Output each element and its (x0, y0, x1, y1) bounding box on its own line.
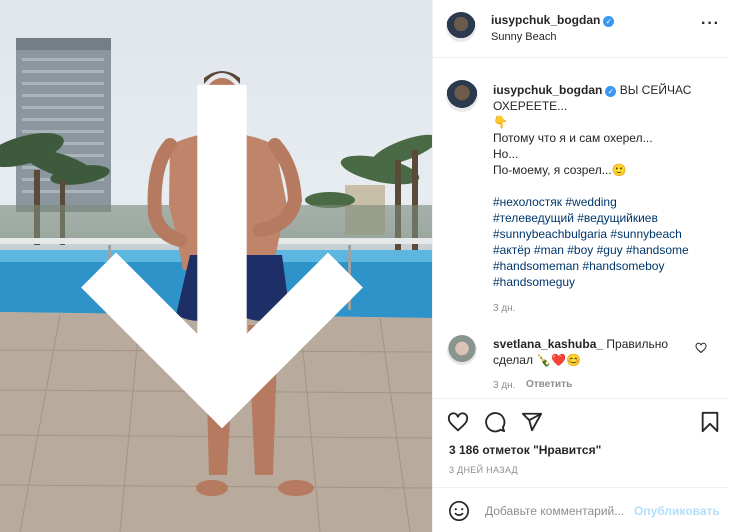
commenter-username[interactable]: svetlana_kashuba_ (493, 337, 603, 351)
more-options-icon[interactable]: ··· (701, 15, 720, 33)
hashtag-line[interactable]: #телеведущий #ведущийкиев (493, 210, 718, 226)
verified-badge-icon: ✓ (603, 16, 615, 27)
heart-icon[interactable] (447, 411, 469, 433)
caption-username[interactable]: iusypchuk_bogdan (493, 83, 602, 97)
post-date: 3 ДНЕЙ НАЗАД (449, 465, 518, 475)
comment-like-heart-icon[interactable] (695, 342, 707, 357)
bookmark-icon[interactable] (699, 411, 721, 433)
author-username[interactable]: iusypchuk_bogdan (491, 13, 600, 27)
hashtag-line[interactable]: #handsomeguy (493, 274, 718, 290)
likes-count[interactable]: 3 186 отметок "Нравится" (449, 443, 601, 457)
likes-number: 3 186 (449, 443, 480, 457)
smiley-icon[interactable] (448, 500, 470, 522)
author-row: iusypchuk_bogdan ✓ (491, 13, 615, 27)
caption-text-line: Потому что я и сам охерел... (493, 131, 653, 145)
post-actions: 3 186 отметок "Нравится" 3 ДНЕЙ НАЗАД Оп… (433, 398, 729, 532)
add-comment-input[interactable] (485, 500, 633, 522)
comment-age: 3 дн. (493, 380, 516, 391)
likes-label: отметок "Нравится" (482, 443, 602, 457)
caption-line: iusypchuk_bogdan ✓ ВЫ СЕЙЧАС (493, 82, 718, 98)
hashtag-line[interactable]: #sunnybeachbulgaria #sunnybeach (493, 226, 718, 242)
caption-text-line: Но... (493, 147, 519, 161)
post-photo[interactable] (0, 0, 432, 532)
avatar[interactable] (446, 12, 476, 42)
caption-avatar[interactable] (446, 80, 478, 112)
caption-age: 3 дн. (493, 303, 516, 314)
caption-text-line: По-моему, я созрел...🙂 (493, 163, 627, 177)
post-location[interactable]: Sunny Beach (491, 31, 556, 43)
verified-badge-icon: ✓ (605, 86, 617, 97)
reply-button[interactable]: Ответить (526, 379, 572, 390)
caption-text-line: ВЫ СЕЙЧАС (619, 83, 692, 97)
add-comment-bar: Опубликовать (433, 487, 729, 532)
hashtag-line[interactable]: #нехолостяк #wedding (493, 194, 718, 210)
arrow-down-icon[interactable] (6, 4, 363, 429)
paper-plane-icon[interactable] (521, 411, 543, 433)
comment: svetlana_kashuba_ Правильно сделал 🍾❤️😊 (493, 336, 698, 368)
post-caption: iusypchuk_bogdan ✓ ВЫ СЕЙЧАС ОХЕРЕЕТЕ... … (493, 82, 718, 290)
publish-button[interactable]: Опубликовать (634, 504, 720, 518)
post-header: iusypchuk_bogdan ✓ Sunny Beach ··· (433, 0, 729, 58)
caption-text-line: ОХЕРЕЕТЕ... (493, 99, 568, 113)
comment-icon[interactable] (484, 411, 506, 433)
hashtag-line[interactable]: #актёр #man #boy #guy #handsome (493, 242, 718, 258)
commenter-avatar[interactable] (447, 335, 477, 365)
post-side-panel: iusypchuk_bogdan ✓ Sunny Beach ··· iusypc… (432, 0, 729, 532)
hashtag-line[interactable]: #handsomeman #handsomeboy (493, 258, 718, 274)
caption-text-line: 👇 (493, 115, 508, 129)
